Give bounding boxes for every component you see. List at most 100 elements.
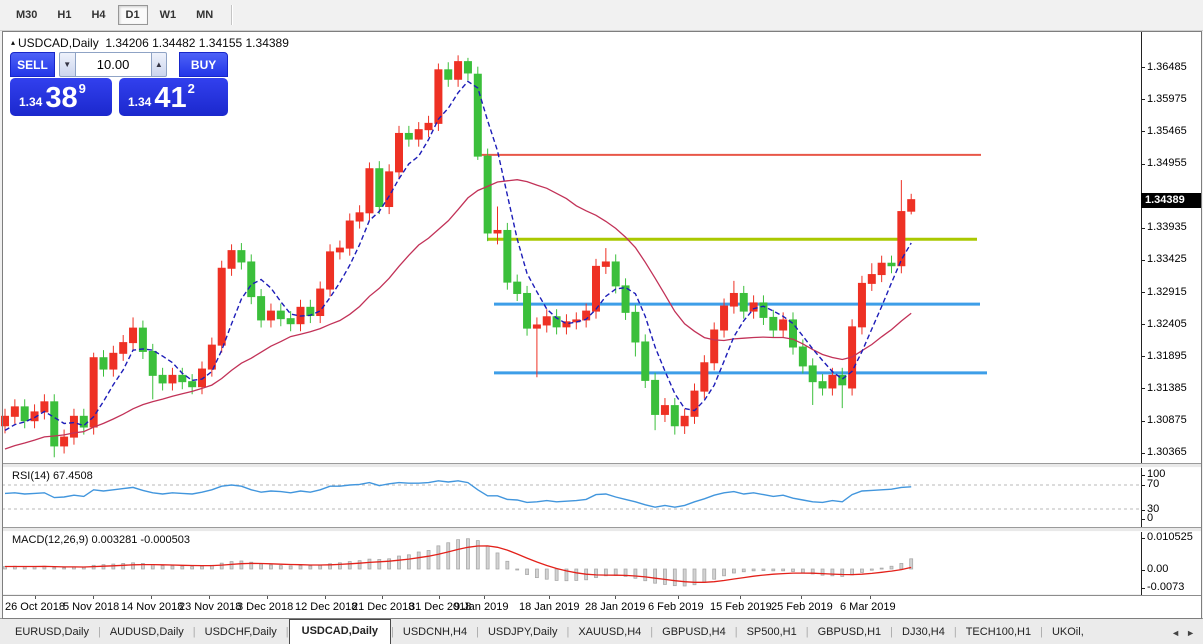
candle-body: [138, 327, 147, 352]
macd-bar: [397, 555, 401, 570]
candle-body: [178, 374, 187, 383]
candle-body: [326, 251, 335, 290]
candle-body: [779, 319, 788, 331]
tab-usdchf-daily[interactable]: USDCHF,Daily: [196, 621, 286, 644]
macd-axis-label: -0.0073: [1147, 581, 1185, 593]
tf-button-m30[interactable]: M30: [8, 5, 45, 25]
tab-usdjpy-daily[interactable]: USDJPY,Daily: [479, 621, 567, 644]
macd-bar: [308, 565, 313, 570]
tab-audusd-daily[interactable]: AUDUSD,Daily: [101, 621, 193, 644]
macd-bar: [653, 568, 657, 584]
candle-body: [463, 61, 472, 74]
tab-gbpusd-h4[interactable]: GBPUSD,H4: [653, 621, 735, 644]
tab-usdcnh-h4[interactable]: USDCNH,H4: [394, 621, 476, 644]
chart-tab-bar: EURUSD,Daily | AUDUSD,Daily | USDCHF,Daily | U…: [0, 618, 1203, 644]
candle-body: [542, 316, 551, 326]
candle-body: [700, 362, 709, 392]
tab-dj30-h4[interactable]: DJ30,H4: [893, 621, 954, 644]
buy-price-big: 41: [154, 82, 187, 115]
date-axis-tick: [267, 596, 268, 599]
price-axis-label: 1.31385: [1147, 381, 1187, 394]
candle-body: [660, 405, 669, 415]
pane-separator[interactable]: [2, 527, 1201, 532]
tab-eurusd-daily[interactable]: EURUSD,Daily: [6, 621, 98, 644]
date-axis-label: 26 Oct 2018: [5, 601, 65, 613]
tab-sp500-h1[interactable]: SP500,H1: [738, 621, 806, 644]
date-axis-tick: [439, 596, 440, 599]
macd-bar: [170, 565, 175, 570]
volume-decrease-button[interactable]: ▼: [58, 52, 76, 77]
candle-body: [168, 374, 177, 384]
tf-button-d1[interactable]: D1: [117, 5, 148, 25]
candle-body: [513, 281, 522, 294]
macd-bar: [495, 552, 500, 570]
macd-bar: [475, 540, 480, 570]
macd-axis-label: 0.010525: [1147, 531, 1193, 543]
price-axis-label: 1.32915: [1147, 285, 1187, 298]
volume-input[interactable]: [75, 52, 151, 77]
pane-separator[interactable]: [2, 463, 1201, 468]
tf-button-mn[interactable]: MN: [188, 5, 221, 25]
macd-bar: [879, 567, 884, 570]
sell-button[interactable]: SELL: [10, 52, 55, 77]
candle-body: [789, 319, 797, 348]
tab-scroll-left-icon[interactable]: ◄: [1171, 628, 1180, 638]
macd-bar: [840, 568, 845, 577]
price-axis-tick: [1141, 67, 1145, 69]
macd-bar: [761, 568, 766, 571]
rsi-axis-tick: [1141, 475, 1145, 476]
rsi-chart[interactable]: [2, 467, 1141, 527]
macd-bar: [869, 568, 874, 571]
tab-gbpusd-h1[interactable]: GBPUSD,H1: [809, 621, 891, 644]
date-axis-tick: [801, 596, 802, 599]
macd-bar: [298, 565, 303, 570]
macd-bar: [791, 568, 795, 572]
macd-bar: [190, 566, 195, 570]
sell-price-button[interactable]: 1.34 38 9: [10, 78, 112, 116]
date-axis-label: 6 Feb 2019: [648, 601, 704, 613]
buy-price-button[interactable]: 1.34 41 2: [119, 78, 228, 116]
candle-body: [483, 155, 492, 234]
macd-bar: [643, 568, 648, 582]
macd-bar: [426, 550, 431, 570]
candle-body: [532, 324, 541, 329]
candle-body: [611, 261, 620, 287]
tab-scroll-buttons: ◄ ►: [1165, 628, 1195, 638]
price-axis-label: 1.33935: [1147, 221, 1187, 234]
date-axis-tick: [870, 596, 871, 599]
ma-slow-line: [4, 179, 912, 450]
toolbar-separator: [231, 5, 234, 25]
tab-usdcad-daily[interactable]: USDCAD,Daily: [288, 619, 392, 644]
price-axis-tick: [1141, 163, 1145, 165]
tab-scroll-right-icon[interactable]: ►: [1186, 628, 1195, 638]
candle-body: [739, 292, 748, 312]
macd-bar: [62, 567, 66, 570]
candle-body: [40, 401, 49, 413]
candle-body: [10, 406, 19, 417]
candle-body: [227, 250, 236, 269]
macd-indicator-label: MACD(12,26,9) 0.003281 -0.000503: [12, 534, 190, 546]
macd-bar: [800, 568, 805, 574]
date-axis-label: 23 Nov 2018: [179, 601, 242, 613]
macd-bar: [180, 565, 185, 570]
macd-bar: [357, 560, 362, 570]
date-axis[interactable]: 26 Oct 2018 5 Nov 2018 14 Nov 2018 23 Nov 2…: [2, 595, 1201, 618]
tf-button-h1[interactable]: H1: [49, 5, 79, 25]
candle-body: [345, 220, 354, 249]
date-axis-tick: [740, 596, 741, 599]
macd-bar: [594, 568, 598, 579]
volume-increase-button[interactable]: ▲: [150, 52, 168, 77]
tf-button-w1[interactable]: W1: [152, 5, 185, 25]
tab-xauusd-h4[interactable]: XAUUSD,H4: [569, 621, 650, 644]
price-axis-tick: [1141, 388, 1145, 390]
price-axis-tick: [1141, 452, 1145, 454]
rsi-axis-label: 70: [1147, 478, 1160, 490]
tab-tech100-h1[interactable]: TECH100,H1: [957, 621, 1040, 644]
tf-button-h4[interactable]: H4: [83, 5, 113, 25]
candle-body: [729, 292, 738, 307]
buy-button[interactable]: BUY: [179, 52, 228, 77]
tab-ukoil-[interactable]: UKOil,: [1043, 621, 1093, 644]
candle-body: [887, 262, 896, 267]
macd-bar: [347, 561, 352, 570]
candle-body: [375, 168, 384, 208]
